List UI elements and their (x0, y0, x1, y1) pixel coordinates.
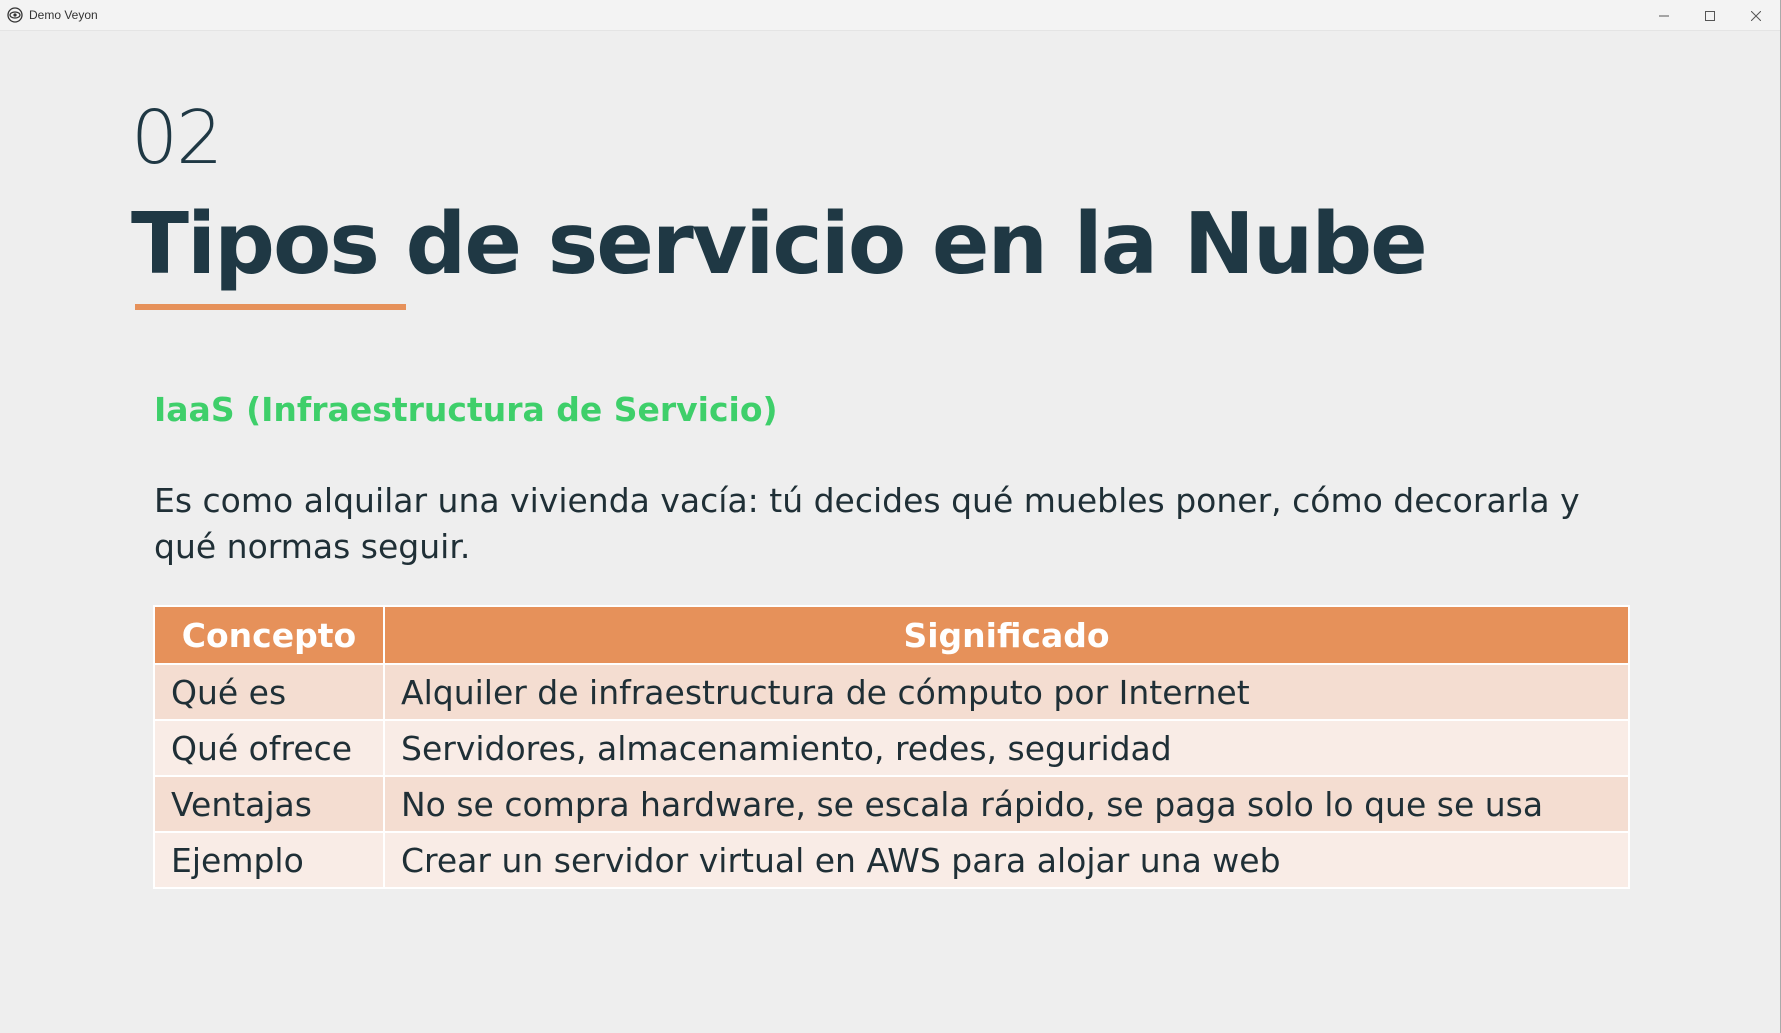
cell-concepto: Ventajas (153, 775, 385, 833)
cell-significado: Servidores, almacenamiento, redes, segur… (383, 719, 1630, 777)
section-subtitle: IaaS (Infraestructura de Servicio) (154, 390, 778, 429)
window-title: Demo Veyon (29, 8, 98, 22)
close-icon (1750, 6, 1762, 25)
cell-concepto: Ejemplo (153, 831, 385, 889)
cell-significado: No se compra hardware, se escala rápido,… (383, 775, 1630, 833)
table-row: Qué ofrece Servidores, almacenamiento, r… (153, 719, 1630, 777)
header-concepto: Concepto (153, 605, 385, 665)
cell-significado: Alquiler de infraestructura de cómputo p… (383, 663, 1630, 721)
minimize-icon (1659, 6, 1669, 25)
maximize-icon (1705, 6, 1715, 25)
description-text: Es como alquilar una vivienda vacía: tú … (154, 481, 1580, 566)
table-row: Ventajas No se compra hardware, se escal… (153, 775, 1630, 833)
table-row: Qué es Alquiler de infraestructura de có… (153, 663, 1630, 721)
slide-number: 02 (131, 95, 223, 181)
table-header-row: Concepto Significado (153, 605, 1630, 665)
cell-concepto: Qué ofrece (153, 719, 385, 777)
presentation-slide: 02 Tipos de servicio en la Nube IaaS (In… (0, 30, 1780, 1033)
cell-significado: Crear un servidor virtual en AWS para al… (383, 831, 1630, 889)
close-button[interactable] (1733, 0, 1779, 30)
minimize-button[interactable] (1641, 0, 1687, 30)
cell-concepto: Qué es (153, 663, 385, 721)
eye-icon (7, 7, 23, 23)
header-significado: Significado (383, 605, 1630, 665)
table-row: Ejemplo Crear un servidor virtual en AWS… (153, 831, 1630, 889)
title-bar[interactable]: Demo Veyon (0, 0, 1780, 31)
maximize-button[interactable] (1687, 0, 1733, 30)
title-underline (135, 304, 406, 310)
slide-title: Tipos de servicio en la Nube (131, 195, 1428, 294)
concept-table: Concepto Significado Qué es Alquiler de … (153, 605, 1630, 889)
app-window: Demo Veyon 02 Tipos de servicio en la Nu… (0, 0, 1781, 1033)
